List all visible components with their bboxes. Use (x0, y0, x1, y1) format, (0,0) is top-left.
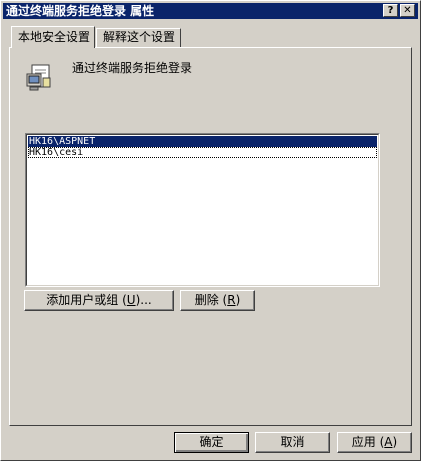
close-button[interactable]: ✕ (400, 4, 415, 17)
accounts-listbox[interactable]: HK16\ASPNET HK16\cesi (25, 133, 380, 287)
cancel-button[interactable]: 取消 (255, 432, 330, 453)
policy-document-icon (26, 64, 51, 91)
remove-button-text-b: ) (235, 293, 241, 307)
tab-label: 解释这个设置 (103, 30, 176, 44)
apply-button-text-a: 应用 ( (351, 435, 385, 449)
policy-name: 通过终端服务拒绝登录 (72, 61, 193, 75)
add-button-text-b: )... (135, 293, 152, 307)
tab-explain-setting[interactable]: 解释这个设置 (96, 28, 181, 47)
add-button-hotkey: U (126, 293, 136, 307)
list-item[interactable]: HK16\ASPNET (28, 136, 377, 147)
remove-button-hotkey: R (227, 293, 236, 307)
apply-button-text-b: ) (392, 435, 398, 449)
remove-button-text-a: 删除 ( (194, 293, 228, 307)
help-button[interactable]: ? (383, 4, 398, 17)
tab-label: 本地安全设置 (18, 30, 91, 44)
ok-button[interactable]: 确定 (174, 432, 249, 453)
title-bar[interactable]: 通过终端服务拒绝登录 属性 ? ✕ (3, 3, 418, 19)
window-title: 通过终端服务拒绝登录 属性 (6, 4, 155, 18)
tab-panel: 通过终端服务拒绝登录 HK16\ASPNET HK16\cesi 添加用户或组 … (9, 47, 412, 426)
listbox-inner: HK16\ASPNET HK16\cesi (26, 134, 379, 286)
add-user-or-group-button[interactable]: 添加用户或组 (U)... (24, 290, 174, 311)
apply-button[interactable]: 应用 (A) (337, 432, 412, 453)
tab-local-security-setting[interactable]: 本地安全设置 (11, 26, 95, 48)
list-item[interactable]: HK16\cesi (28, 147, 377, 158)
add-button-text-a: 添加用户或组 ( (46, 293, 127, 307)
remove-button[interactable]: 删除 (R) (180, 290, 255, 311)
apply-button-hotkey: A (384, 435, 393, 449)
properties-dialog: 通过终端服务拒绝登录 属性 ? ✕ 本地安全设置 解释这个设置 通过终端服务拒绝… (0, 0, 421, 461)
